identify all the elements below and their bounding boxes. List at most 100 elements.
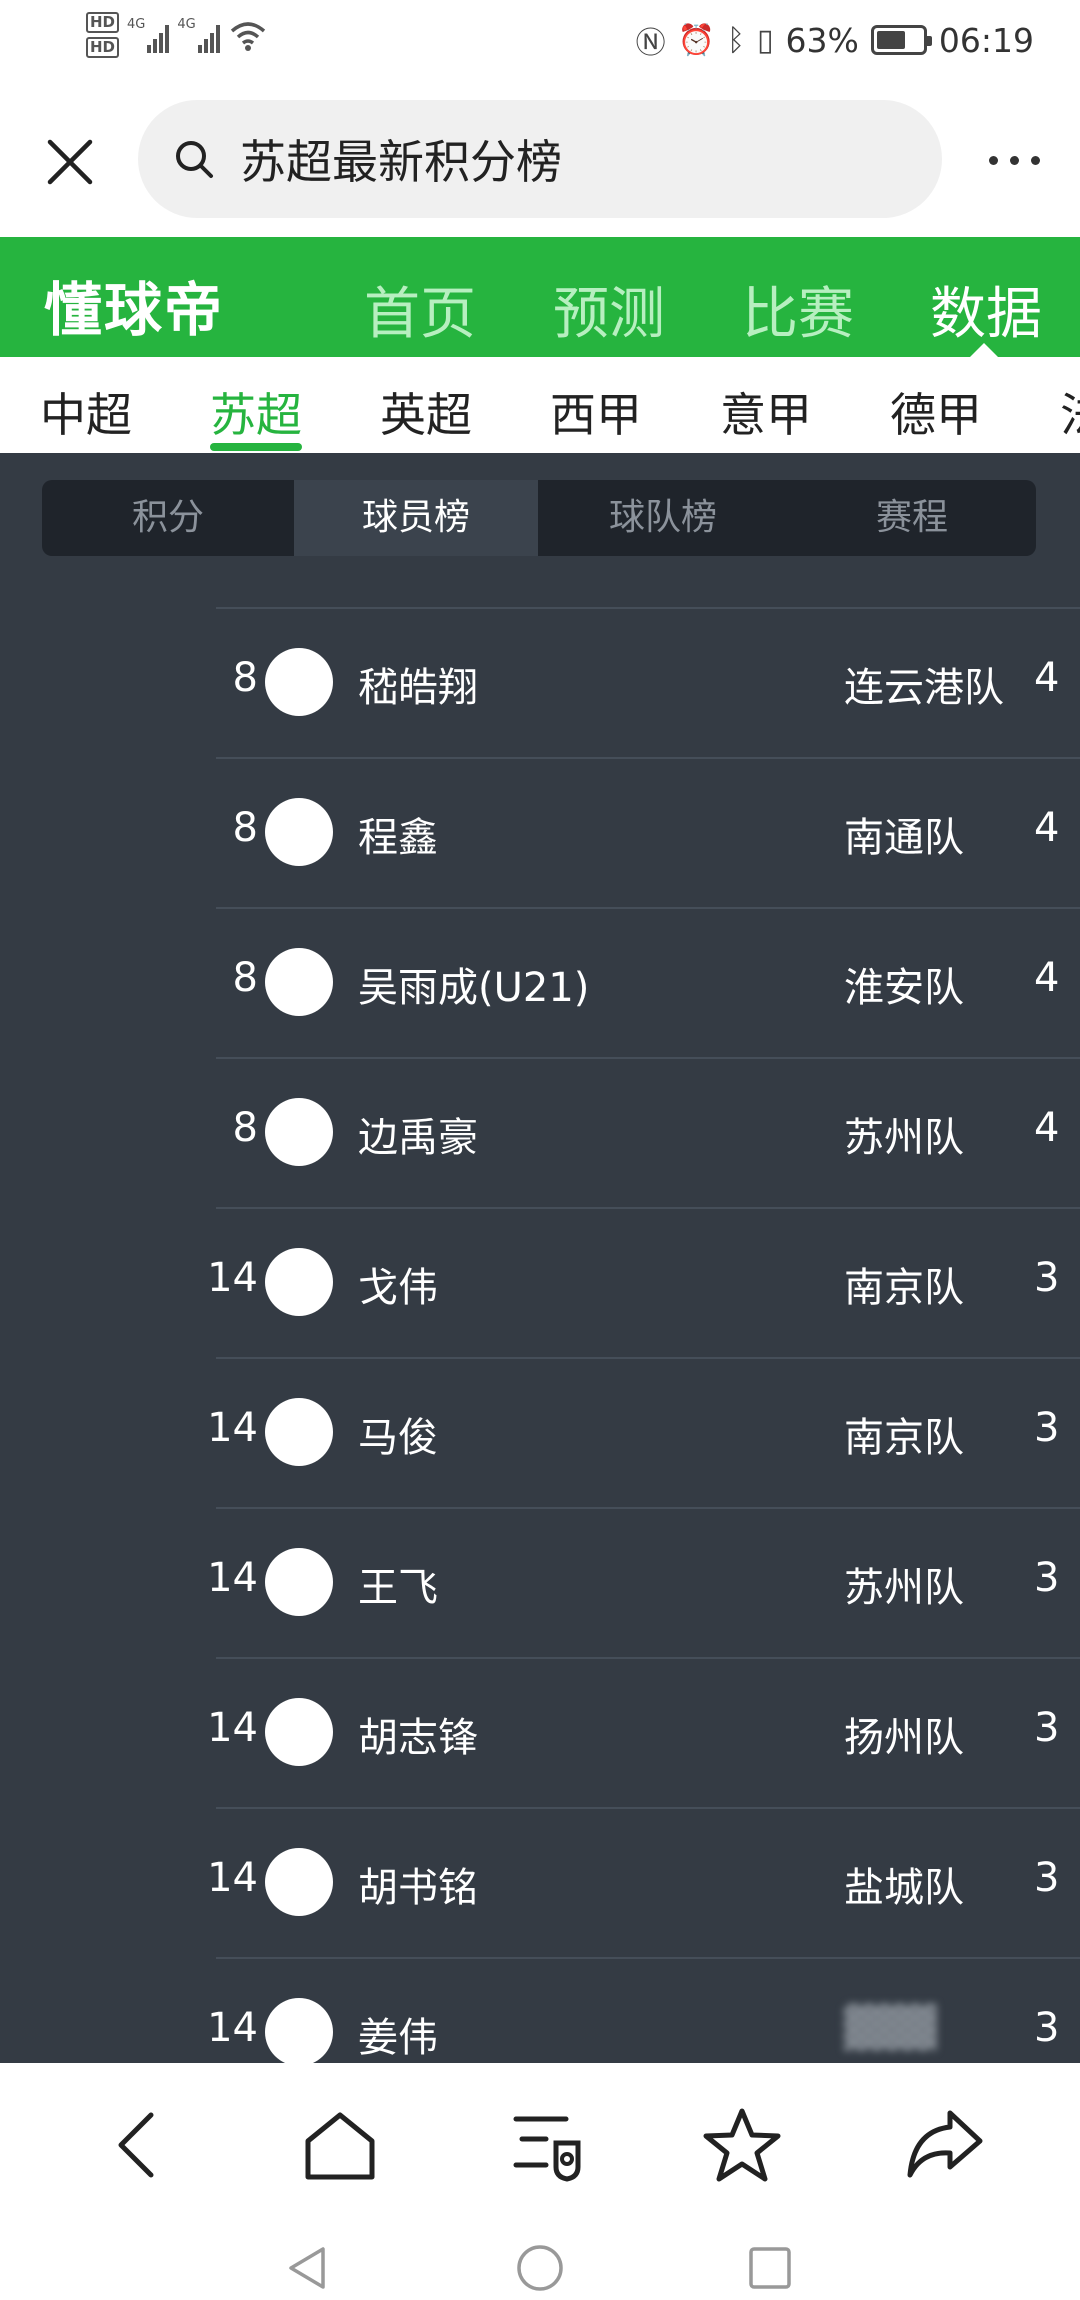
brand-nav: 懂球帝 首页 预测 比赛 数据 [0, 237, 1080, 357]
table-row[interactable]: 14 王飞 苏州队 3 [0, 1507, 1080, 1657]
player-rank: 14 [207, 1555, 258, 1601]
home-icon[interactable] [298, 2103, 382, 2187]
avatar [265, 1098, 333, 1166]
avatar [265, 798, 333, 866]
table-row[interactable]: 14 胡书铭 盐城队 3 [0, 1807, 1080, 1957]
nav-data[interactable]: 数据 [930, 269, 1042, 350]
goal-count: 4 [1034, 805, 1060, 851]
bookmark-star-icon[interactable] [700, 2103, 784, 2187]
goal-count: 3 [1034, 1555, 1060, 1601]
avatar [265, 1548, 333, 1616]
player-name: 王飞 [358, 1565, 438, 1611]
table-row[interactable]: 8 嵇皓翔 连云港队 4 [0, 607, 1080, 757]
league-tab-laliga[interactable]: 西甲 [550, 379, 642, 445]
status-right: Ⓝ ⏰ ᛒ ▯ 63% 06:19 [636, 18, 1034, 62]
player-list: 8 嵇皓翔 连云港队 4 8 程鑫 南通队 4 8 吴雨成(U21) 淮安队 4… [0, 607, 1080, 2063]
alarm-icon: ⏰ [677, 22, 716, 58]
vibrate-icon: ▯ [757, 22, 774, 58]
nav-predict[interactable]: 预测 [553, 269, 665, 350]
tab-schedule[interactable]: 赛程 [788, 480, 1036, 556]
player-name: 胡志锋 [358, 1715, 478, 1761]
avatar [265, 1248, 333, 1316]
avatar [265, 1848, 333, 1916]
avatar [265, 1398, 333, 1466]
league-tab-epl[interactable]: 英超 [380, 379, 472, 445]
table-row[interactable]: 14 马俊 南京队 3 [0, 1357, 1080, 1507]
goal-count: 4 [1034, 1105, 1060, 1151]
clock: 06:19 [938, 20, 1034, 60]
player-rank: 8 [232, 1105, 258, 1151]
brand-logo[interactable]: 懂球帝 [44, 263, 224, 347]
league-tabs: 中超 苏超 英超 西甲 意甲 德甲 法 [0, 357, 1080, 453]
table-row[interactable]: 8 程鑫 南通队 4 [0, 757, 1080, 907]
table-row[interactable]: 14 戈伟 南京队 3 [0, 1207, 1080, 1357]
league-tab-ligue1[interactable]: 法 [1060, 379, 1080, 445]
back-icon[interactable] [97, 2103, 181, 2187]
league-tab-bundesliga[interactable]: 德甲 [890, 379, 982, 445]
active-league-underline [210, 443, 302, 451]
sub-tabs: 积分 球员榜 球队榜 赛程 [42, 480, 1036, 556]
system-nav-bar [0, 2223, 1080, 2300]
status-left: HD HD 4G 4G [86, 12, 268, 58]
avatar [265, 1698, 333, 1766]
player-name: 程鑫 [358, 815, 438, 861]
player-rank: 8 [232, 805, 258, 851]
league-tab-jiangsu[interactable]: 苏超 [210, 379, 302, 445]
search-icon [176, 141, 213, 178]
system-recents-icon[interactable] [745, 2243, 795, 2293]
table-row[interactable]: 8 吴雨成(U21) 淮安队 4 [0, 907, 1080, 1057]
league-tab-csl[interactable]: 中超 [40, 379, 132, 445]
table-row[interactable]: 8 边禹豪 苏州队 4 [0, 1057, 1080, 1207]
player-rank: 8 [232, 955, 258, 1001]
signal-1-icon: 4G [127, 17, 170, 53]
battery-icon [870, 25, 932, 55]
hd-indicator-bottom: HD [86, 37, 120, 58]
wifi-icon [230, 22, 265, 51]
player-name: 姜伟 [358, 2015, 438, 2061]
system-home-icon[interactable] [515, 2243, 565, 2293]
team-name: 连云港队 [844, 665, 1004, 711]
team-name-obscured: ▓▓▓ [844, 2005, 937, 2051]
player-rank: 14 [207, 1855, 258, 1901]
league-tab-seriea[interactable]: 意甲 [720, 379, 812, 445]
team-name: 南通队 [844, 815, 964, 861]
tab-team-rank[interactable]: 球队榜 [538, 480, 788, 556]
team-name: 苏州队 [844, 1115, 964, 1161]
active-nav-indicator [970, 343, 998, 357]
goal-count: 3 [1034, 1855, 1060, 1901]
avatar [265, 648, 333, 716]
team-name: 南京队 [844, 1265, 964, 1311]
nav-matches[interactable]: 比赛 [742, 269, 854, 350]
team-name: 淮安队 [844, 965, 964, 1011]
status-bar: HD HD 4G 4G Ⓝ ⏰ ᛒ ▯ 63% 06:19 [0, 0, 1080, 82]
goal-count: 3 [1034, 1255, 1060, 1301]
tab-standings[interactable]: 积分 [42, 480, 294, 556]
nav-home[interactable]: 首页 [364, 269, 476, 350]
player-name: 戈伟 [358, 1265, 438, 1311]
system-back-icon[interactable] [283, 2243, 333, 2293]
search-input[interactable]: 苏超最新积分榜 [138, 100, 942, 218]
tabs-manager-icon[interactable] [506, 2103, 590, 2187]
close-icon[interactable] [40, 132, 100, 192]
table-row[interactable]: 14 姜伟 ▓▓▓ 3 [0, 1957, 1080, 2063]
share-icon[interactable] [902, 2103, 986, 2187]
player-name: 边禹豪 [358, 1115, 478, 1161]
signal-2-icon: 4G [177, 17, 220, 53]
player-rank: 8 [232, 655, 258, 701]
avatar [265, 1998, 333, 2063]
table-row[interactable]: 14 胡志锋 扬州队 3 [0, 1657, 1080, 1807]
nfc-icon: Ⓝ [635, 26, 666, 61]
goal-count: 3 [1034, 2005, 1060, 2051]
player-name: 胡书铭 [358, 1865, 478, 1911]
player-name: 吴雨成(U21) [358, 965, 590, 1011]
avatar [265, 948, 333, 1016]
search-header: 苏超最新积分榜 [0, 82, 1080, 237]
search-query: 苏超最新积分榜 [240, 135, 562, 189]
goal-count: 4 [1034, 955, 1060, 1001]
player-name: 嵇皓翔 [358, 665, 478, 711]
browser-toolbar [0, 2063, 1080, 2223]
more-options-icon[interactable] [989, 142, 1040, 178]
tab-player-rank[interactable]: 球员榜 [294, 480, 538, 556]
hd-indicators: HD HD [86, 12, 120, 58]
player-rank: 14 [207, 1255, 258, 1301]
